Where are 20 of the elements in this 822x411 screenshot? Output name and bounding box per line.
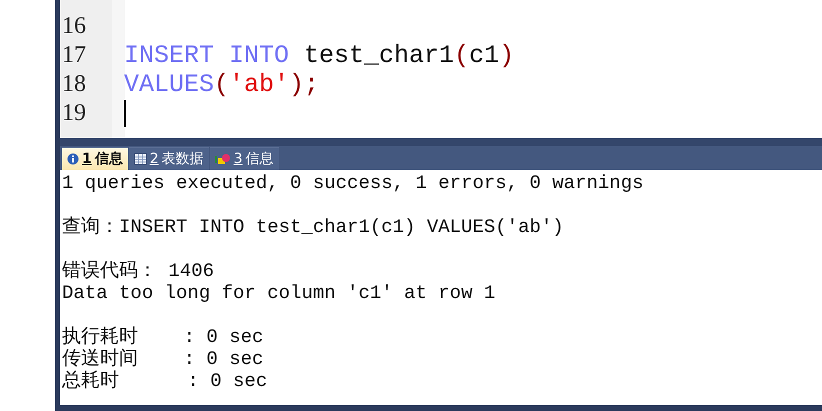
code-line: VALUES('ab');: [124, 70, 320, 99]
message-line: 1 queries executed, 0 success, 1 errors, 0 warnings: [62, 172, 644, 194]
message-line: 总耗时 : 0 sec: [62, 370, 268, 392]
line-number: 18: [61, 71, 87, 98]
message-line: 执行耗时 : 0 sec: [62, 326, 264, 348]
message-line: 查询：INSERT INTO test_char1(c1) VALUES('ab'): [62, 216, 565, 238]
result-tab[interactable]: 1 信息: [62, 147, 128, 170]
line-number: 16: [61, 13, 87, 40]
line-number: 17: [61, 42, 87, 69]
splitter-bar[interactable]: [60, 138, 822, 146]
code-line: INSERT INTO test_char1(c1): [124, 41, 514, 70]
result-tab[interactable]: 3 信息: [210, 147, 279, 170]
message-line: 错误代码： 1406: [62, 260, 216, 282]
line-number: 19: [61, 100, 87, 127]
result-tab[interactable]: 2 表数据: [128, 147, 209, 170]
message-line: Data too long for column 'c1' at row 1: [62, 282, 496, 304]
table-grid-icon: [134, 153, 147, 165]
shapes-icon: [214, 153, 231, 165]
info-icon: [67, 153, 79, 165]
message-line: 传送时间 : 0 sec: [62, 348, 264, 370]
